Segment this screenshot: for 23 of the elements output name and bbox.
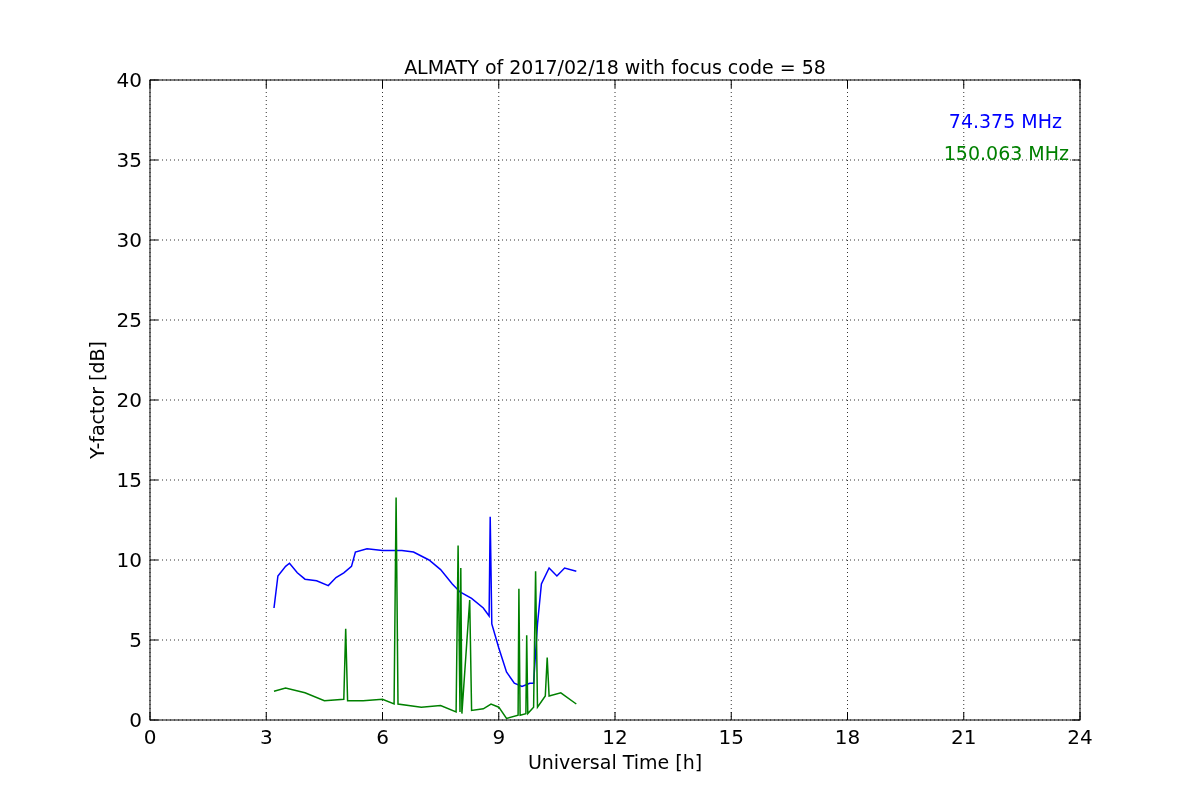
y-tick-label: 30 — [116, 228, 142, 252]
x-axis-label: Universal Time [h] — [527, 751, 703, 773]
x-tick-label: 0 — [143, 725, 157, 749]
y-tick-label: 40 — [116, 68, 142, 92]
x-tick-label: 21 — [951, 725, 977, 749]
y-axis-label: Y-factor [dB] — [86, 341, 108, 459]
y-tick-label: 20 — [116, 388, 142, 412]
x-tick-label: 12 — [602, 725, 628, 749]
x-tick-label: 9 — [492, 725, 506, 749]
legend-label: 150.063 MHz — [943, 142, 1069, 164]
y-tick-label: 35 — [116, 148, 142, 172]
chart-title: ALMATY of 2017/02/18 with focus code = 58 — [404, 56, 826, 78]
x-tick-label: 6 — [376, 725, 389, 749]
x-tick-label: 15 — [718, 725, 744, 749]
y-tick-label: 15 — [116, 468, 142, 492]
y-tick-label: 5 — [129, 628, 142, 652]
x-tick-label: 18 — [834, 725, 861, 749]
legend-label: 74.375 MHz — [948, 110, 1062, 132]
y-tick-label: 0 — [129, 708, 142, 732]
x-tick-label: 3 — [259, 725, 273, 749]
y-tick-label: 25 — [116, 308, 142, 332]
x-tick-label: 24 — [1067, 725, 1093, 749]
y-tick-label: 10 — [116, 548, 142, 572]
